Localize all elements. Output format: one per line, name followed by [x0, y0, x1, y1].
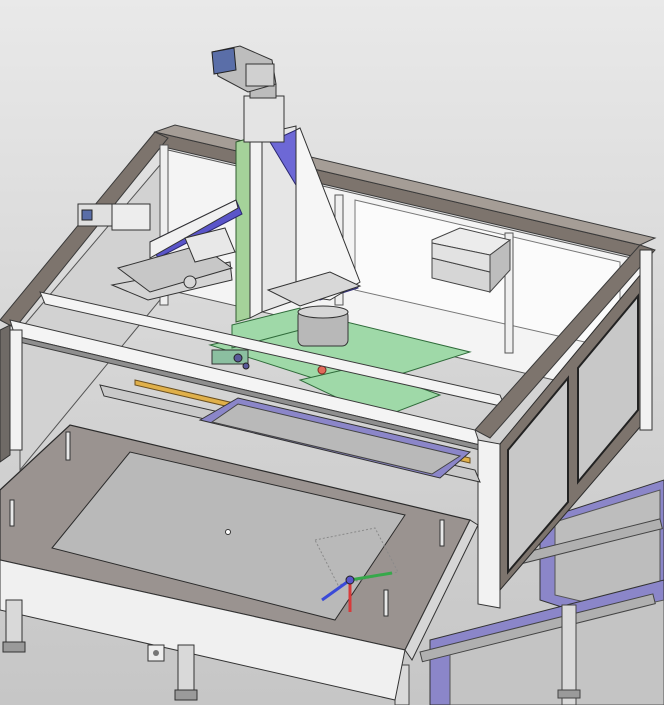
tray-leg-2 — [177, 644, 195, 696]
tray-pin-1 — [65, 431, 71, 461]
cylinder-top — [297, 305, 349, 319]
tray-pin-3 — [439, 519, 445, 547]
left-side-panel — [0, 324, 11, 463]
arm-gear — [183, 275, 197, 289]
tray-pin-2 — [9, 499, 15, 527]
fixture-knob-2 — [242, 362, 250, 370]
column-green-rail — [235, 137, 251, 323]
vertical-motor-housing — [243, 95, 285, 143]
cad-viewport[interactable] — [0, 0, 664, 705]
right-back-post — [639, 249, 653, 431]
front-right-post — [477, 439, 501, 609]
servo-motor-face — [211, 47, 237, 75]
side-motor-bracket — [111, 203, 151, 231]
fixture-knob-1 — [233, 353, 243, 363]
tray-center-hole — [225, 529, 231, 535]
tray-foot-1 — [2, 641, 26, 653]
cad-model-scene[interactable] — [0, 0, 664, 705]
servo-motor-cap — [245, 63, 275, 87]
triad-origin — [345, 575, 355, 585]
tray-bracket-hole — [153, 650, 159, 656]
small-fixture — [211, 349, 249, 365]
tray-pin-4 — [383, 589, 389, 617]
red-marker — [317, 365, 327, 375]
tray-leg-1 — [5, 599, 23, 646]
front-left-post — [9, 329, 23, 451]
tray-foot-2 — [174, 689, 198, 701]
right-foot-1 — [557, 689, 581, 699]
side-motor-face — [81, 209, 93, 221]
column-body — [249, 133, 263, 319]
